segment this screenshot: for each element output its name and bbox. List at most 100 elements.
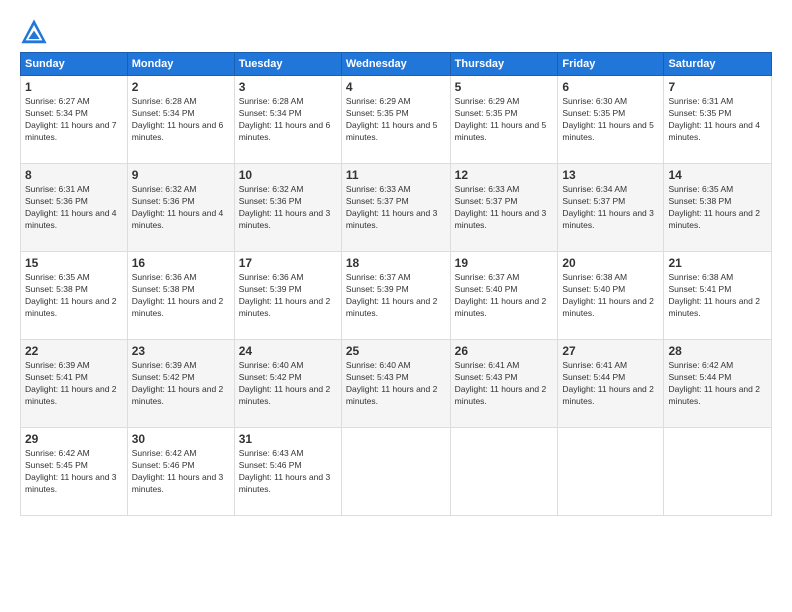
day-info: Sunrise: 6:37 AMSunset: 5:39 PMDaylight:… xyxy=(346,272,446,320)
day-info: Sunrise: 6:37 AMSunset: 5:40 PMDaylight:… xyxy=(455,272,554,320)
day-info: Sunrise: 6:29 AMSunset: 5:35 PMDaylight:… xyxy=(455,96,554,144)
day-number: 1 xyxy=(25,80,123,94)
day-header-thursday: Thursday xyxy=(450,53,558,76)
day-number: 19 xyxy=(455,256,554,270)
day-number: 27 xyxy=(562,344,659,358)
day-info: Sunrise: 6:38 AMSunset: 5:41 PMDaylight:… xyxy=(668,272,767,320)
day-number: 13 xyxy=(562,168,659,182)
calendar-cell: 23 Sunrise: 6:39 AMSunset: 5:42 PMDayligh… xyxy=(127,340,234,428)
day-info: Sunrise: 6:27 AMSunset: 5:34 PMDaylight:… xyxy=(25,96,123,144)
calendar-cell: 7 Sunrise: 6:31 AMSunset: 5:35 PMDaylight… xyxy=(664,76,772,164)
calendar-cell: 15 Sunrise: 6:35 AMSunset: 5:38 PMDayligh… xyxy=(21,252,128,340)
day-info: Sunrise: 6:43 AMSunset: 5:46 PMDaylight:… xyxy=(239,448,337,496)
day-info: Sunrise: 6:39 AMSunset: 5:41 PMDaylight:… xyxy=(25,360,123,408)
calendar-cell: 4Sunrise: 6:29 AMSunset: 5:35 PMDaylight… xyxy=(341,76,450,164)
calendar-cell: 17 Sunrise: 6:36 AMSunset: 5:39 PMDayligh… xyxy=(234,252,341,340)
calendar-cell: 9 Sunrise: 6:32 AMSunset: 5:36 PMDaylight… xyxy=(127,164,234,252)
calendar-cell: 3 Sunrise: 6:28 AMSunset: 5:34 PMDaylight… xyxy=(234,76,341,164)
day-number: 2 xyxy=(132,80,230,94)
page: SundayMondayTuesdayWednesdayThursdayFrid… xyxy=(0,0,792,612)
day-number: 3 xyxy=(239,80,337,94)
day-info: Sunrise: 6:34 AMSunset: 5:37 PMDaylight:… xyxy=(562,184,659,232)
day-header-monday: Monday xyxy=(127,53,234,76)
day-number: 6 xyxy=(562,80,659,94)
day-info: Sunrise: 6:32 AMSunset: 5:36 PMDaylight:… xyxy=(239,184,337,232)
day-info: Sunrise: 6:35 AMSunset: 5:38 PMDaylight:… xyxy=(25,272,123,320)
day-number: 12 xyxy=(455,168,554,182)
day-info: Sunrise: 6:39 AMSunset: 5:42 PMDaylight:… xyxy=(132,360,230,408)
calendar-cell: 24 Sunrise: 6:40 AMSunset: 5:42 PMDayligh… xyxy=(234,340,341,428)
day-number: 20 xyxy=(562,256,659,270)
week-row: 8 Sunrise: 6:31 AMSunset: 5:36 PMDaylight… xyxy=(21,164,772,252)
calendar-cell: 2Sunrise: 6:28 AMSunset: 5:34 PMDaylight… xyxy=(127,76,234,164)
day-info: Sunrise: 6:41 AMSunset: 5:44 PMDaylight:… xyxy=(562,360,659,408)
day-number: 14 xyxy=(668,168,767,182)
calendar-cell: 27 Sunrise: 6:41 AMSunset: 5:44 PMDayligh… xyxy=(558,340,664,428)
calendar-cell: 10Sunrise: 6:32 AMSunset: 5:36 PMDayligh… xyxy=(234,164,341,252)
day-info: Sunrise: 6:42 AMSunset: 5:44 PMDaylight:… xyxy=(668,360,767,408)
calendar-cell: 12 Sunrise: 6:33 AMSunset: 5:37 PMDayligh… xyxy=(450,164,558,252)
week-row: 15 Sunrise: 6:35 AMSunset: 5:38 PMDayligh… xyxy=(21,252,772,340)
day-number: 9 xyxy=(132,168,230,182)
calendar-cell: 22 Sunrise: 6:39 AMSunset: 5:41 PMDayligh… xyxy=(21,340,128,428)
day-number: 28 xyxy=(668,344,767,358)
day-info: Sunrise: 6:40 AMSunset: 5:43 PMDaylight:… xyxy=(346,360,446,408)
day-number: 7 xyxy=(668,80,767,94)
day-number: 17 xyxy=(239,256,337,270)
calendar-cell: 13 Sunrise: 6:34 AMSunset: 5:37 PMDayligh… xyxy=(558,164,664,252)
calendar-cell: 25 Sunrise: 6:40 AMSunset: 5:43 PMDayligh… xyxy=(341,340,450,428)
day-info: Sunrise: 6:31 AMSunset: 5:36 PMDaylight:… xyxy=(25,184,123,232)
day-info: Sunrise: 6:40 AMSunset: 5:42 PMDaylight:… xyxy=(239,360,337,408)
calendar-cell xyxy=(450,428,558,516)
day-info: Sunrise: 6:36 AMSunset: 5:39 PMDaylight:… xyxy=(239,272,337,320)
week-row: 22 Sunrise: 6:39 AMSunset: 5:41 PMDayligh… xyxy=(21,340,772,428)
day-number: 15 xyxy=(25,256,123,270)
day-info: Sunrise: 6:36 AMSunset: 5:38 PMDaylight:… xyxy=(132,272,230,320)
day-number: 29 xyxy=(25,432,123,446)
calendar-cell: 16 Sunrise: 6:36 AMSunset: 5:38 PMDayligh… xyxy=(127,252,234,340)
day-number: 30 xyxy=(132,432,230,446)
calendar-cell: 28 Sunrise: 6:42 AMSunset: 5:44 PMDayligh… xyxy=(664,340,772,428)
day-info: Sunrise: 6:35 AMSunset: 5:38 PMDaylight:… xyxy=(668,184,767,232)
day-info: Sunrise: 6:33 AMSunset: 5:37 PMDaylight:… xyxy=(346,184,446,232)
day-header-sunday: Sunday xyxy=(21,53,128,76)
calendar-cell: 5Sunrise: 6:29 AMSunset: 5:35 PMDaylight… xyxy=(450,76,558,164)
day-info: Sunrise: 6:32 AMSunset: 5:36 PMDaylight:… xyxy=(132,184,230,232)
day-info: Sunrise: 6:42 AMSunset: 5:45 PMDaylight:… xyxy=(25,448,123,496)
day-number: 26 xyxy=(455,344,554,358)
calendar-cell: 18Sunrise: 6:37 AMSunset: 5:39 PMDayligh… xyxy=(341,252,450,340)
calendar-cell: 29 Sunrise: 6:42 AMSunset: 5:45 PMDayligh… xyxy=(21,428,128,516)
calendar-cell xyxy=(558,428,664,516)
day-header-friday: Friday xyxy=(558,53,664,76)
calendar-cell: 11 Sunrise: 6:33 AMSunset: 5:37 PMDayligh… xyxy=(341,164,450,252)
logo xyxy=(20,18,51,46)
calendar-cell: 19 Sunrise: 6:37 AMSunset: 5:40 PMDayligh… xyxy=(450,252,558,340)
week-row: 29 Sunrise: 6:42 AMSunset: 5:45 PMDayligh… xyxy=(21,428,772,516)
day-header-wednesday: Wednesday xyxy=(341,53,450,76)
day-number: 22 xyxy=(25,344,123,358)
day-header-tuesday: Tuesday xyxy=(234,53,341,76)
day-number: 31 xyxy=(239,432,337,446)
calendar-cell: 31 Sunrise: 6:43 AMSunset: 5:46 PMDayligh… xyxy=(234,428,341,516)
day-number: 16 xyxy=(132,256,230,270)
header xyxy=(20,18,772,46)
day-info: Sunrise: 6:28 AMSunset: 5:34 PMDaylight:… xyxy=(239,96,337,144)
day-info: Sunrise: 6:33 AMSunset: 5:37 PMDaylight:… xyxy=(455,184,554,232)
week-row: 1 Sunrise: 6:27 AMSunset: 5:34 PMDaylight… xyxy=(21,76,772,164)
day-info: Sunrise: 6:30 AMSunset: 5:35 PMDaylight:… xyxy=(562,96,659,144)
day-number: 23 xyxy=(132,344,230,358)
day-info: Sunrise: 6:29 AMSunset: 5:35 PMDaylight:… xyxy=(346,96,446,144)
calendar-cell xyxy=(664,428,772,516)
day-number: 25 xyxy=(346,344,446,358)
day-info: Sunrise: 6:42 AMSunset: 5:46 PMDaylight:… xyxy=(132,448,230,496)
day-number: 8 xyxy=(25,168,123,182)
calendar: SundayMondayTuesdayWednesdayThursdayFrid… xyxy=(20,52,772,516)
day-number: 11 xyxy=(346,168,446,182)
day-number: 24 xyxy=(239,344,337,358)
calendar-cell xyxy=(341,428,450,516)
day-header-saturday: Saturday xyxy=(664,53,772,76)
day-info: Sunrise: 6:31 AMSunset: 5:35 PMDaylight:… xyxy=(668,96,767,144)
calendar-cell: 14 Sunrise: 6:35 AMSunset: 5:38 PMDayligh… xyxy=(664,164,772,252)
calendar-cell: 30 Sunrise: 6:42 AMSunset: 5:46 PMDayligh… xyxy=(127,428,234,516)
calendar-cell: 8 Sunrise: 6:31 AMSunset: 5:36 PMDaylight… xyxy=(21,164,128,252)
